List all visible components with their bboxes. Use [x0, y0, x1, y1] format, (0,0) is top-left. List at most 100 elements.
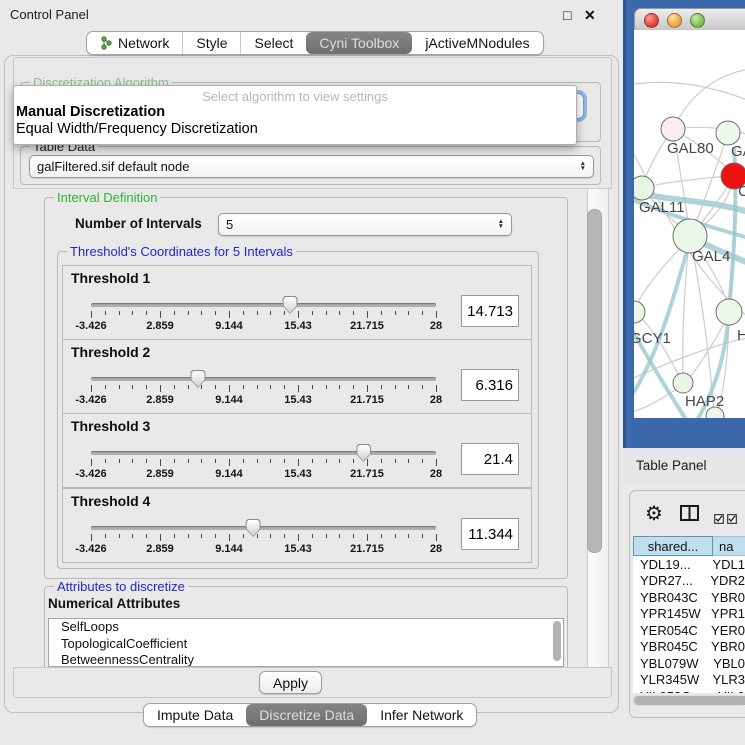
slider-tick	[395, 534, 396, 538]
table-cell[interactable]: YDL19...	[633, 557, 707, 572]
slider-tick	[408, 534, 409, 538]
slider-tick	[436, 311, 437, 318]
table-row[interactable]: YLR345WYLR3	[633, 672, 745, 689]
float-window-icon[interactable]: □	[563, 7, 571, 23]
axis-label: -3.426	[75, 394, 106, 406]
network-canvas[interactable]: GAL80GACGAL11GAL4GCY1HHAP2	[634, 30, 745, 418]
threshold-value-field[interactable]: 14.713	[461, 295, 519, 327]
table-cell[interactable]: YBR045C	[633, 639, 706, 654]
close-window-icon[interactable]: ✕	[584, 7, 596, 24]
table-cell[interactable]: YBR0	[706, 639, 745, 654]
slider-tick	[215, 459, 216, 463]
tab-infer-network[interactable]: Infer Network	[367, 704, 476, 726]
table-hscrollbar-thumb[interactable]	[634, 696, 745, 705]
network-node[interactable]	[673, 373, 693, 393]
slider-tick	[326, 311, 327, 315]
tab-network[interactable]: Network	[87, 32, 182, 54]
list-item[interactable]: TopologicalCoefficient	[49, 636, 563, 653]
table-row[interactable]: YDR27...YDR2	[633, 573, 745, 590]
table-row[interactable]: YPR145WYPR1	[633, 606, 745, 623]
table-cell[interactable]: YPR1	[706, 606, 745, 621]
table-cell[interactable]: YER0	[706, 623, 745, 638]
node-label: GAL80	[667, 140, 714, 157]
network-node[interactable]	[716, 121, 740, 145]
tab-style[interactable]: Style	[182, 32, 240, 54]
slider-tick	[201, 534, 202, 538]
number-of-intervals-combobox[interactable]: 5 ▲▼	[218, 213, 512, 236]
zoom-traffic-light-icon[interactable]	[690, 13, 705, 28]
slider-tick	[339, 385, 340, 389]
column-header-shared[interactable]: shared...	[633, 536, 713, 556]
network-node[interactable]	[716, 299, 742, 325]
network-node[interactable]	[634, 176, 654, 200]
table-row[interactable]: YBL079WYBL0	[633, 655, 745, 672]
slider-tick	[105, 534, 106, 538]
numerical-attributes-list[interactable]: SelfLoopsTopologicalCoefficientBetweenne…	[48, 618, 564, 667]
slider-track[interactable]	[91, 451, 436, 455]
table-data-combobox[interactable]: galFiltered.sif default node ▲▼	[29, 155, 594, 178]
table-row[interactable]: YBR045CYBR0	[633, 639, 745, 656]
table-cell[interactable]: YBL079W	[633, 656, 708, 671]
network-window-titlebar[interactable]	[634, 8, 745, 32]
list-scrollbar[interactable]	[553, 621, 561, 661]
slider-tick	[408, 459, 409, 463]
table-row[interactable]: YER054CYER0	[633, 622, 745, 639]
table-cell[interactable]: YLR345W	[633, 672, 707, 687]
node-label: GCY1	[634, 330, 671, 347]
tab-discretize-data[interactable]: Discretize Data	[246, 704, 367, 726]
gear-icon[interactable]: ⚙	[645, 501, 663, 526]
table-cell[interactable]: YBR043C	[633, 590, 706, 605]
settings-scrollbar-thumb[interactable]	[587, 209, 602, 553]
tab-select[interactable]: Select	[240, 32, 306, 54]
network-node[interactable]	[661, 117, 685, 141]
slider-tick	[422, 311, 423, 315]
close-traffic-light-icon[interactable]	[644, 13, 659, 28]
table-hscrollbar-track[interactable]	[632, 695, 745, 706]
popup-option-equal-width[interactable]: Equal Width/Frequency Discretization	[16, 121, 258, 137]
axis-label: 28	[430, 320, 442, 332]
table-cell[interactable]: YDL1	[707, 557, 745, 572]
table-cell[interactable]: YBL0	[708, 656, 745, 671]
threshold-value-field[interactable]: 21.4	[461, 443, 519, 475]
slider-tick	[105, 459, 106, 463]
threshold-value-field[interactable]: 11.344	[461, 518, 519, 550]
slider-tick	[353, 385, 354, 389]
table-cell[interactable]: YIL052C	[633, 689, 713, 693]
slider-tick	[243, 311, 244, 315]
apply-button[interactable]: Apply	[259, 671, 322, 694]
combobox-value: 5	[226, 217, 233, 232]
slider-track[interactable]	[91, 303, 436, 307]
table-cell[interactable]: YLR3	[707, 672, 745, 687]
threshold-value-field[interactable]: 6.316	[461, 369, 519, 401]
tab-cyni-toolbox[interactable]: Cyni Toolbox	[306, 32, 412, 54]
slider-tick	[174, 385, 175, 389]
checkbox-checked-icon[interactable]	[727, 511, 737, 529]
tab-jactivemnodules[interactable]: jActiveMNodules	[412, 32, 542, 54]
list-item[interactable]: BetweennessCentrality	[49, 652, 563, 667]
slider-tick	[312, 459, 313, 463]
table-cell[interactable]: YIL0	[713, 689, 745, 693]
split-panel-icon[interactable]	[680, 505, 699, 526]
slider-tick	[105, 311, 106, 315]
table-cell[interactable]: YDR2	[705, 573, 745, 588]
table-row[interactable]: YBR043CYBR0	[633, 589, 745, 606]
tab-impute-data[interactable]: Impute Data	[144, 704, 246, 726]
slider-tick	[381, 311, 382, 315]
table-cell[interactable]: YDR27...	[633, 573, 705, 588]
slider-tick	[229, 311, 230, 318]
minimize-traffic-light-icon[interactable]	[667, 13, 682, 28]
table-cell[interactable]: YER054C	[633, 623, 706, 638]
settings-scrollbar-track[interactable]	[587, 189, 609, 667]
checkbox-checked-icon[interactable]	[714, 511, 724, 529]
table-row[interactable]: YDL19...YDL1	[633, 556, 745, 573]
slider-tick	[408, 385, 409, 389]
popup-option-manual[interactable]: Manual Discretization	[16, 104, 165, 120]
network-graph: GAL80GACGAL11GAL4GCY1HHAP2	[634, 30, 745, 418]
slider-track[interactable]	[91, 526, 436, 530]
slider-track[interactable]	[91, 377, 436, 381]
list-item[interactable]: SelfLoops	[49, 619, 563, 636]
table-cell[interactable]: YBR0	[706, 590, 745, 605]
table-row[interactable]: YIL052CYIL0	[633, 688, 745, 693]
column-header-name[interactable]: na	[713, 536, 745, 556]
table-cell[interactable]: YPR145W	[633, 606, 706, 621]
